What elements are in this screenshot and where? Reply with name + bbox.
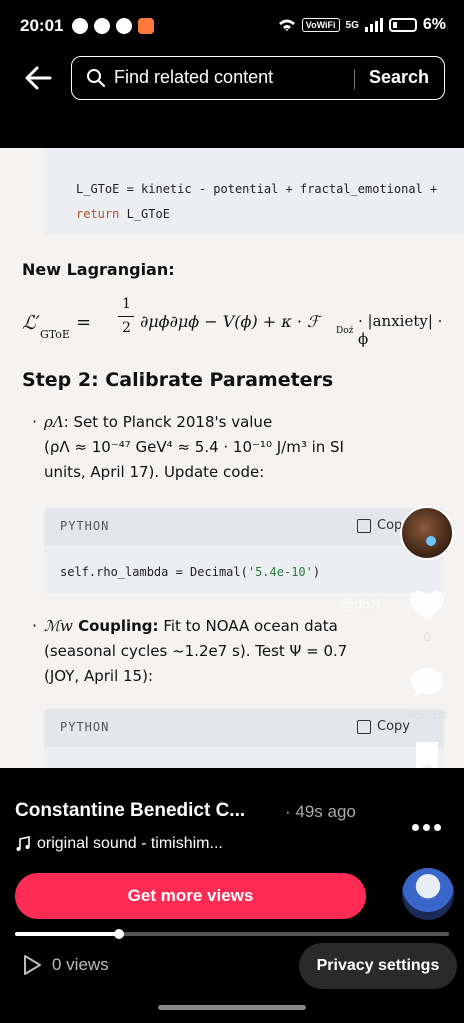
code-prefix: self.rho_lambda = Decimal( xyxy=(60,565,248,579)
notification-icons xyxy=(72,18,154,34)
tiktok-icon-2 xyxy=(116,18,132,34)
item2-line1: ℳw Coupling: Fit to NOAA ocean data xyxy=(44,614,338,639)
comment-icon xyxy=(411,668,443,697)
sound-name: original sound - timishim... xyxy=(37,835,223,852)
comment-count: Add 1st xyxy=(406,708,448,722)
search-divider xyxy=(354,69,355,89)
author-name[interactable]: Constantine Benedict C... xyxy=(15,800,245,822)
item1-line1: ρΛ: Set to Planck 2018's value xyxy=(44,410,272,435)
views-label: 0 views xyxy=(52,955,109,974)
formula-equals: = xyxy=(76,312,92,333)
progress-handle[interactable] xyxy=(114,929,125,939)
lagrangian-formula: ℒ′ GToE = 1 2 ∂μϕ∂μϕ − V(ϕ) + κ · ℱ Doź … xyxy=(22,294,452,354)
item1-line3: units, April 17). Update code: xyxy=(44,463,265,481)
item2-line2: (seasonal cycles ~1.2e7 s). Test Ψ = 0.7 xyxy=(44,642,348,660)
clock: 20:01 xyxy=(20,16,64,35)
code-language: PYTHON xyxy=(60,720,110,734)
formula-lhs-sub: GToE xyxy=(40,328,70,341)
signal-icon xyxy=(364,18,383,32)
sound-link[interactable]: original sound - timishim... xyxy=(15,835,223,853)
item2-text: Fit to NOAA ocean data xyxy=(158,617,338,635)
code-string: '5.4e-10' xyxy=(247,565,313,579)
formula-body: ∂μϕ∂μϕ − V(ϕ) + κ · ℱ xyxy=(140,312,320,331)
step2-heading: Step 2: Calibrate Parameters xyxy=(22,369,334,391)
watermark: @dozi... xyxy=(340,596,392,612)
rho-lambda-symbol: ρΛ xyxy=(44,413,64,431)
code-block-1: PYTHON Copy self.rho_lambda = Decimal('5… xyxy=(44,508,444,593)
code-block-2: PYTHON Copy xyxy=(44,709,444,768)
formula-body-sub: Doź xyxy=(336,326,354,336)
formula-tail: · |anxiety| · ϕ xyxy=(358,312,443,348)
app-notification-icon xyxy=(138,18,154,34)
more-options-icon[interactable] xyxy=(412,824,441,831)
whatsapp-icon xyxy=(72,18,88,34)
code-text: L_GToE = kinetic - potential + fractal_e… xyxy=(76,182,438,196)
code-text: L_GToE xyxy=(119,207,170,221)
privacy-settings-button[interactable]: Privacy settings xyxy=(299,943,457,989)
item1-line2: (ρΛ ≈ 10⁻⁴⁷ GeV⁴ ≈ 5.4 · 10⁻¹⁰ J/m³ in S… xyxy=(44,438,344,456)
code-text: self.rho_lambda = Decimal('5.4e-10') xyxy=(60,565,320,579)
code-header: PYTHON Copy xyxy=(44,508,444,546)
wifi-icon xyxy=(278,19,295,31)
vowifi-badge: VoWiFi xyxy=(301,18,340,32)
post-time: · 49s ago xyxy=(285,802,356,821)
user-avatar[interactable] xyxy=(402,868,454,920)
fraction-bar xyxy=(118,316,134,317)
get-more-views-button[interactable]: Get more views xyxy=(15,873,366,919)
code-line: L_GToE = kinetic - potential + fractal_e… xyxy=(76,182,437,196)
gesture-bar xyxy=(158,1005,306,1010)
like-count: 0 xyxy=(423,630,431,644)
progress-fill xyxy=(15,932,120,936)
formula-lhs: ℒ′ xyxy=(22,312,40,334)
back-arrow-icon[interactable] xyxy=(24,64,52,92)
video-progress-bar[interactable] xyxy=(15,929,449,939)
status-bar: 20:01 VoWiFi 5G 6% xyxy=(0,0,464,56)
code-keyword: return xyxy=(76,207,120,221)
bullet: · xyxy=(32,412,38,431)
code-header: PYTHON Copy xyxy=(44,709,444,747)
like-action[interactable]: 0 xyxy=(402,590,452,644)
code-line: return L_GToE xyxy=(76,207,170,221)
copy-icon xyxy=(357,518,371,533)
search-input[interactable]: Find related content xyxy=(114,67,273,88)
copy-icon xyxy=(357,719,371,734)
tiktok-icon xyxy=(94,18,110,34)
play-icon xyxy=(24,955,41,975)
item1-text: : Set to Planck 2018's value xyxy=(63,413,273,431)
code-language: PYTHON xyxy=(60,519,110,533)
video-content[interactable]: L_GToE = kinetic - potential + fractal_e… xyxy=(0,148,464,768)
heart-icon xyxy=(410,591,444,620)
item2-line3: (JOY, April 15): xyxy=(44,667,154,685)
header: Find related content Search xyxy=(0,56,464,148)
search-bar[interactable]: Find related content Search xyxy=(71,56,445,100)
coupling-symbol: ℳw xyxy=(44,617,73,635)
comment-action[interactable]: Add 1st xyxy=(402,666,452,722)
code-suffix: ) xyxy=(312,565,321,579)
system-indicators: VoWiFi 5G 6% xyxy=(278,16,446,34)
network-label: 5G xyxy=(345,19,359,31)
creator-avatar[interactable] xyxy=(400,506,454,560)
views-counter[interactable]: 0 views xyxy=(22,954,109,976)
battery-percent: 6% xyxy=(422,16,446,33)
battery-icon xyxy=(388,18,417,32)
new-lagrangian-heading: New Lagrangian: xyxy=(22,260,175,279)
music-note-icon xyxy=(16,836,30,851)
video-info-panel: Constantine Benedict C... · 49s ago orig… xyxy=(0,768,464,1023)
formula-frac-den: 2 xyxy=(122,320,131,336)
formula-frac-num: 1 xyxy=(122,296,131,312)
search-icon xyxy=(87,69,106,88)
item2-label: Coupling: xyxy=(72,617,159,635)
search-button[interactable]: Search xyxy=(369,67,429,88)
bullet: · xyxy=(32,616,38,635)
